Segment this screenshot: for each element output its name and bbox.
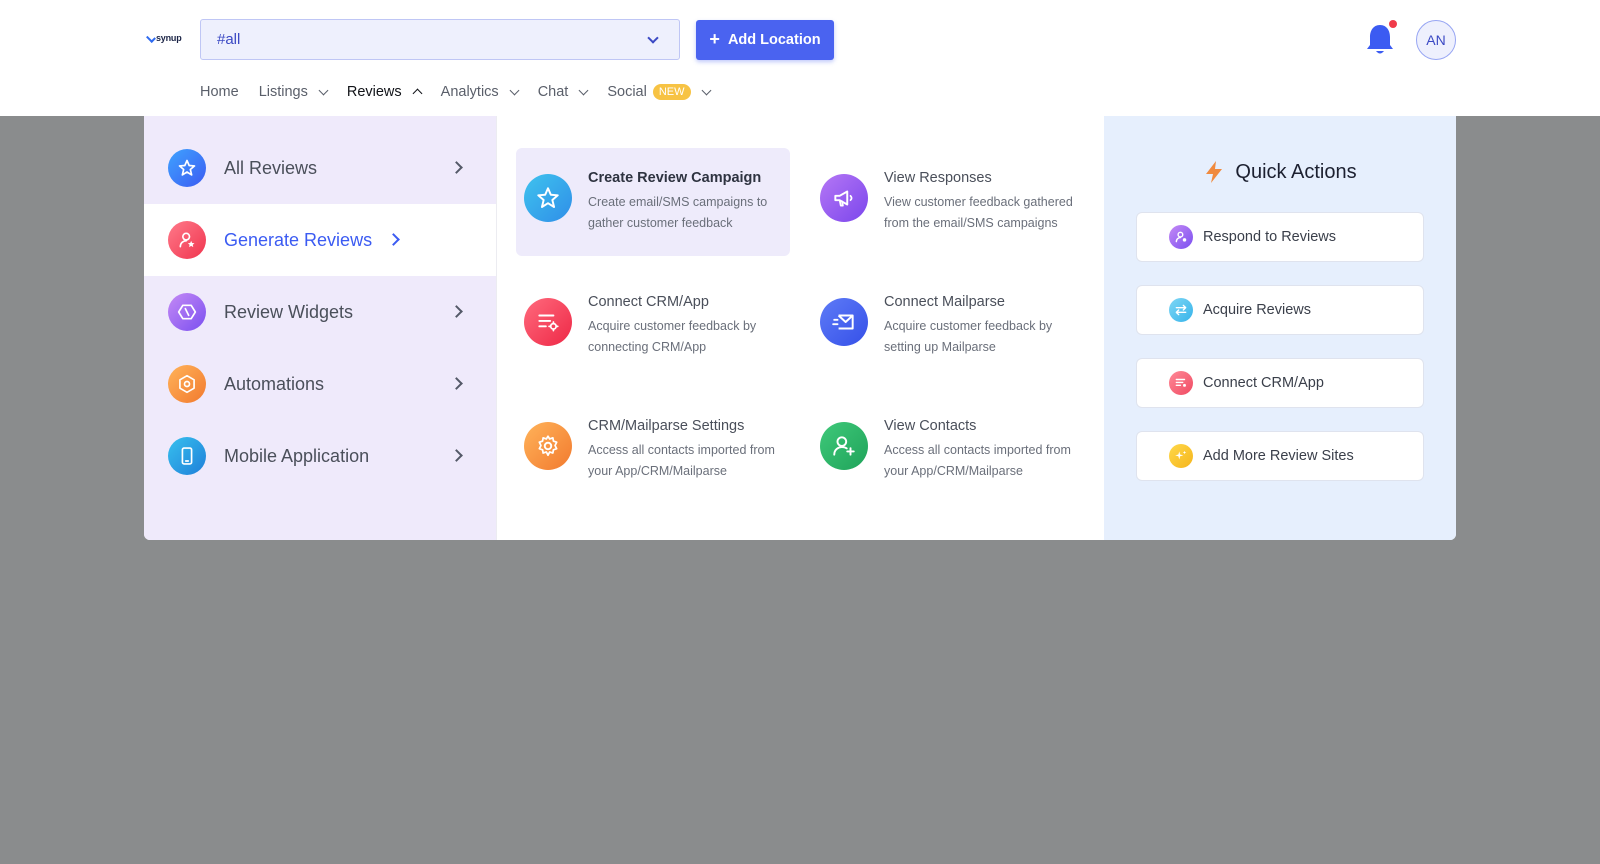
submenu-item-generate-reviews[interactable]: Generate Reviews [144,204,496,276]
chevron-down-icon [647,31,659,44]
card-title: CRM/Mailparse Settings [588,418,745,434]
generate-reviews-panel: Create Review Campaign Create email/SMS … [496,116,1104,540]
quick-actions-panel: Quick Actions Respond to Reviews Acquire… [1104,116,1456,540]
logo-mark-icon [146,33,156,43]
quick-action-connect-crm-app[interactable]: Connect CRM/App [1136,358,1424,408]
star-icon [524,174,572,222]
quick-action-label: Connect CRM/App [1203,375,1324,391]
card-title: Connect Mailparse [884,294,1005,310]
card-create-review-campaign[interactable]: Create Review Campaign Create email/SMS … [516,148,790,256]
lightning-icon [1206,161,1223,183]
arrows-icon [1169,298,1193,322]
nav-home-label: Home [200,84,239,100]
nav-analytics-label: Analytics [440,84,499,100]
nav-listings[interactable]: Listings [258,84,329,100]
widget-icon [168,293,206,331]
card-title: View Contacts [884,418,977,434]
chevron-down-icon [318,85,329,95]
submenu-item-all-reviews[interactable]: All Reviews [144,132,496,204]
megaphone-icon [820,174,868,222]
card-description: Acquire customer feedback by setting up … [884,319,1053,354]
submenu-item-automations[interactable]: Automations [144,348,496,420]
user-star-icon [1169,225,1193,249]
location-select[interactable]: #all [200,19,680,60]
submenu-item-label: Generate Reviews [224,229,373,250]
card-description: Acquire customer feedback by connecting … [588,319,757,354]
card-crm-mailparse-settings[interactable]: CRM/Mailparse Settings Access all contac… [516,396,790,504]
card-title: Connect CRM/App [588,294,709,310]
top-bar: synup #all + Add Location AN Home Listin… [0,0,1600,116]
reviews-mega-menu: All Reviews Generate Reviews Review Widg… [144,116,1456,540]
nav-chat-label: Chat [537,84,569,100]
nav-reviews-label: Reviews [346,84,402,100]
nav-chat[interactable]: Chat [537,84,589,100]
nav-social[interactable]: Social NEW [607,84,711,100]
card-description: Create email/SMS campaigns to gather cus… [588,195,768,230]
nav-reviews[interactable]: Reviews [346,84,423,100]
card-connect-crm-app[interactable]: Connect CRM/App Acquire customer feedbac… [516,272,790,380]
nav-home[interactable]: Home [200,84,239,100]
quick-action-label: Acquire Reviews [1203,302,1311,318]
quick-action-label: Add More Review Sites [1203,448,1354,464]
chevron-right-icon [450,161,463,174]
quick-action-respond-to-reviews[interactable]: Respond to Reviews [1136,212,1424,262]
card-view-responses[interactable]: View Responses View customer feedback ga… [812,148,1086,256]
chevron-right-icon [387,233,400,246]
user-plus-icon [820,422,868,470]
submenu-item-mobile-application[interactable]: Mobile Application [144,420,496,492]
notification-dot [1389,20,1397,28]
mail-icon [820,298,868,346]
mobile-icon [168,437,206,475]
submenu-item-label: All Reviews [224,157,318,178]
plus-icon: + [709,29,720,49]
logo-text: synup [156,33,182,43]
avatar[interactable]: AN [1416,20,1456,60]
submenu-item-label: Automations [224,373,325,394]
chevron-right-icon [450,449,463,462]
card-description: Access all contacts imported from your A… [588,443,775,478]
chevron-down-icon [578,85,589,95]
chevron-up-icon [412,88,423,99]
submenu-item-label: Mobile Application [224,445,370,466]
nav-social-label: Social [607,84,647,100]
card-view-contacts[interactable]: View Contacts Access all contacts import… [812,396,1086,504]
list-settings-icon [1169,371,1193,395]
new-badge: NEW [652,84,691,100]
chevron-down-icon [509,85,520,95]
gear-icon [524,422,572,470]
reviews-submenu: All Reviews Generate Reviews Review Widg… [144,116,496,540]
nav-listings-label: Listings [258,84,308,100]
add-location-label: Add Location [727,32,821,48]
chevron-down-icon [701,85,711,95]
card-connect-mailparse[interactable]: Connect Mailparse Acquire customer feedb… [812,272,1086,380]
quick-action-label: Respond to Reviews [1203,229,1336,245]
quick-action-acquire-reviews[interactable]: Acquire Reviews [1136,285,1424,335]
user-star-icon [168,221,206,259]
list-settings-icon [524,298,572,346]
submenu-item-label: Review Widgets [224,301,354,322]
chevron-right-icon [450,377,463,390]
nav-analytics[interactable]: Analytics [440,84,520,100]
star-icon [168,149,206,187]
quick-action-add-more-review-sites[interactable]: Add More Review Sites [1136,431,1424,481]
hexagon-gear-icon [168,365,206,403]
chevron-right-icon [450,305,463,318]
card-title: Create Review Campaign [588,170,762,186]
synup-logo[interactable]: synup [146,33,182,43]
card-title: View Responses [884,170,992,186]
quick-actions-header: Quick Actions [1104,160,1456,184]
card-description: Access all contacts imported from your A… [884,443,1071,478]
quick-actions-title: Quick Actions [1235,160,1357,183]
main-nav: Home Listings Reviews Analytics Chat Soc… [200,82,730,102]
location-select-value: #all [217,31,241,48]
add-location-button[interactable]: + Add Location [696,20,834,60]
card-description: View customer feedback gathered from the… [884,195,1073,230]
submenu-item-review-widgets[interactable]: Review Widgets [144,276,496,348]
sparkle-icon [1169,444,1193,468]
